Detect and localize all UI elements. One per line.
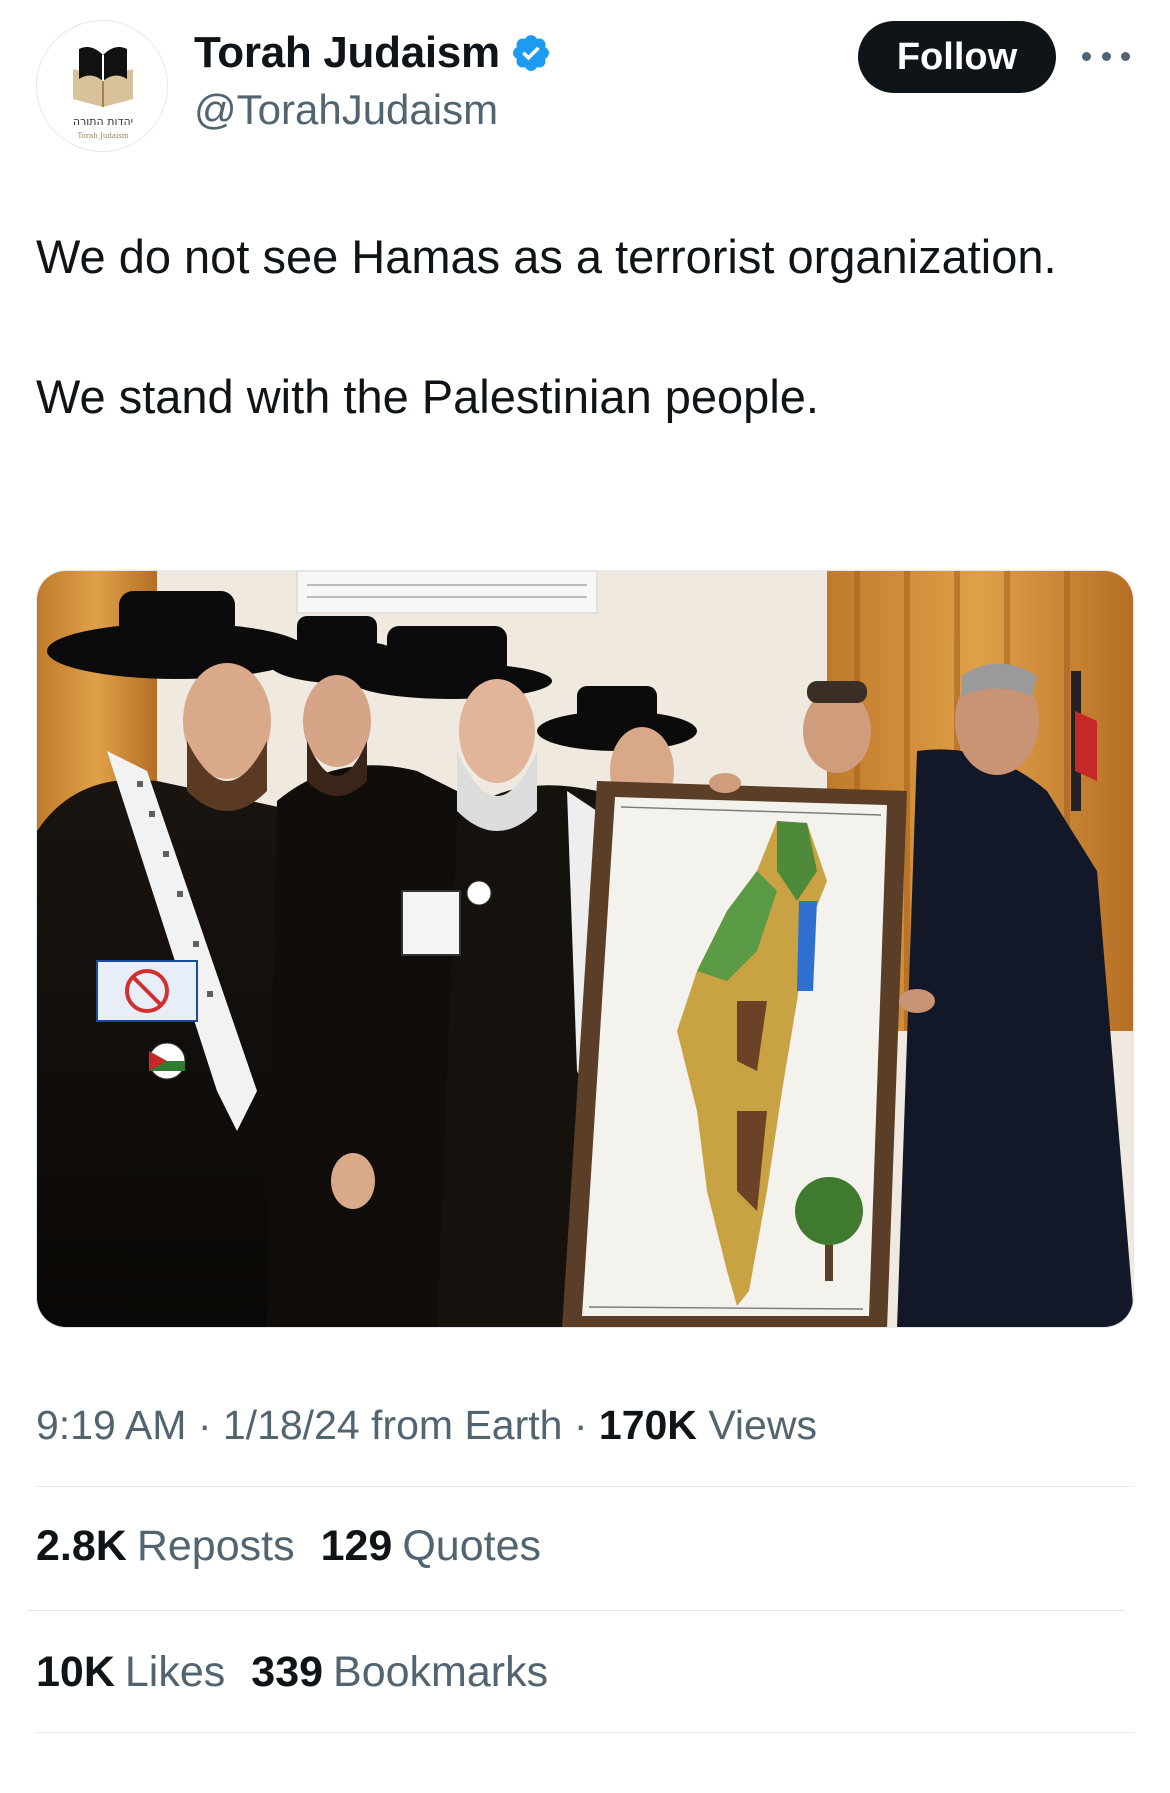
tweet-page: יהדות התורה Torah Judaism Torah Judaism … <box>0 0 1170 1793</box>
divider <box>27 1610 1125 1611</box>
likes-stat[interactable]: 10K Likes <box>36 1648 225 1697</box>
tweet-date-source[interactable]: 1/18/24 from Earth <box>223 1402 563 1448</box>
bookmarks-label: Bookmarks <box>333 1648 549 1696</box>
likes-count: 10K <box>36 1648 115 1696</box>
verified-badge-icon <box>512 35 549 71</box>
author-handle[interactable]: @TorahJudaism <box>194 86 498 134</box>
bookmarks-stat[interactable]: 339 Bookmarks <box>251 1648 548 1697</box>
more-dot <box>1101 51 1111 61</box>
views-label: Views <box>708 1402 817 1448</box>
avatar-caption-text: Torah Judaism <box>77 132 128 140</box>
bookmarks-count: 339 <box>251 1648 324 1696</box>
divider <box>36 1732 1134 1733</box>
torah-book-logo-icon: יהדות התורה Torah Judaism <box>37 21 167 151</box>
engagement-row-likes: 10K Likes 339 Bookmarks <box>36 1648 548 1697</box>
avatar[interactable]: יהדות התורה Torah Judaism <box>36 20 168 152</box>
tweet-meta: 9:19 AM · 1/18/24 from Earth · 170K View… <box>36 1402 817 1449</box>
avatar-hebrew-text: יהדות התורה <box>73 115 133 128</box>
tweet-time[interactable]: 9:19 AM <box>36 1402 186 1448</box>
quotes-count: 129 <box>320 1522 393 1570</box>
divider <box>36 1486 1134 1487</box>
follow-button[interactable]: Follow <box>858 21 1056 93</box>
tweet-text: We do not see Hamas as a terrorist organ… <box>36 222 1136 432</box>
more-dot <box>1121 51 1130 61</box>
reposts-count: 2.8K <box>36 1522 127 1570</box>
more-options-icon[interactable] <box>1082 36 1130 76</box>
more-dot <box>1082 51 1091 61</box>
engagement-row-reposts: 2.8K Reposts 129 Quotes <box>36 1522 541 1571</box>
framed-map <box>562 781 907 1327</box>
quotes-stat[interactable]: 129 Quotes <box>321 1522 541 1571</box>
author-name[interactable]: Torah Judaism <box>194 28 552 78</box>
tweet-photo[interactable] <box>36 570 1134 1328</box>
tweet-text-line: We stand with the Palestinian people. <box>36 370 819 423</box>
likes-label: Likes <box>124 1648 226 1696</box>
reposts-label: Reposts <box>136 1522 295 1570</box>
meta-separator: · <box>562 1402 599 1448</box>
quotes-label: Quotes <box>402 1522 541 1570</box>
tweet-text-line: We do not see Hamas as a terrorist organ… <box>36 230 1057 283</box>
photo-illustration <box>37 571 1133 1327</box>
views-count: 170K <box>598 1402 697 1448</box>
meta-separator: · <box>186 1402 223 1448</box>
reposts-stat[interactable]: 2.8K Reposts <box>36 1522 295 1571</box>
author-display-name: Torah Judaism <box>194 28 500 77</box>
